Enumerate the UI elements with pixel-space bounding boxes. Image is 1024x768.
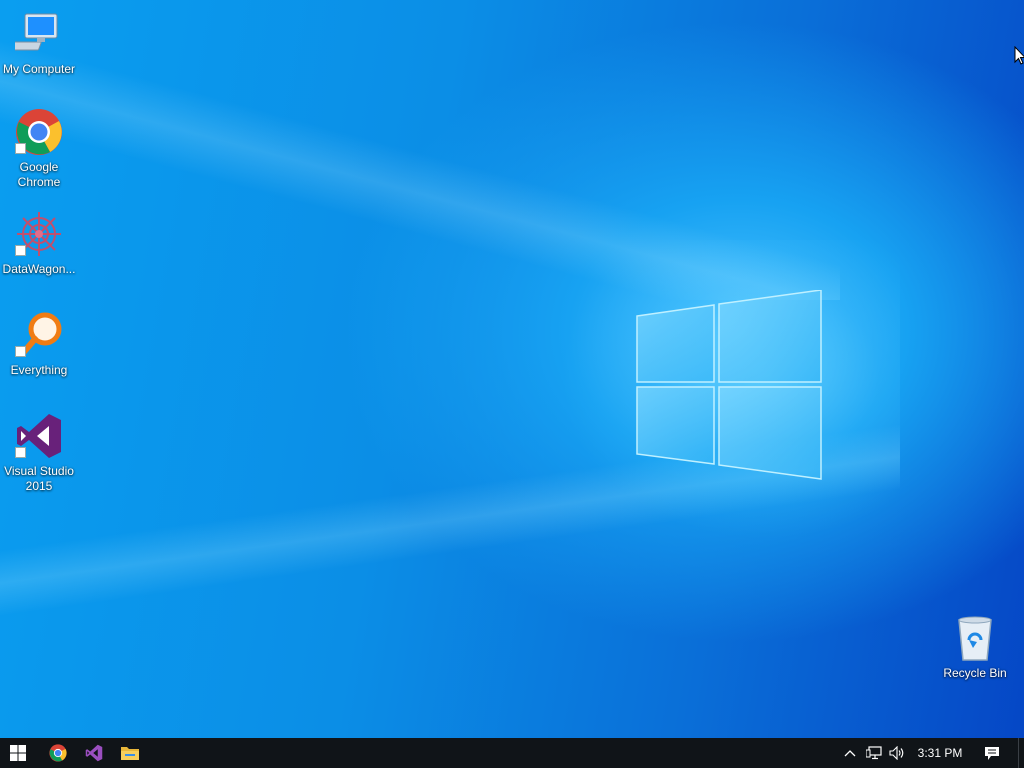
notification-icon — [985, 746, 999, 760]
action-center-button[interactable] — [978, 738, 1006, 768]
shortcut-arrow-icon — [15, 447, 26, 458]
desktop-icon-visual-studio[interactable]: Visual Studio 2015 — [0, 412, 78, 494]
desktop-icon-label: My Computer — [2, 62, 76, 76]
datawagon-icon — [15, 210, 63, 258]
desktop-icon-recycle-bin[interactable]: Recycle Bin — [936, 614, 1014, 681]
folder-icon — [121, 747, 139, 760]
desktop-icon-my-computer[interactable]: My Computer — [0, 10, 78, 77]
visual-studio-icon — [15, 412, 63, 460]
tray-show-hidden-icons[interactable] — [842, 738, 858, 768]
show-desktop-button[interactable] — [1018, 738, 1024, 768]
windows-logo-wallpaper — [636, 290, 822, 480]
network-icon — [866, 746, 882, 760]
taskbar: 3:31 PM — [0, 738, 1024, 768]
desktop-icon-label: DataWagon... — [2, 262, 76, 276]
tray-network[interactable] — [864, 738, 884, 768]
volume-icon — [889, 746, 904, 760]
start-button[interactable] — [0, 738, 36, 768]
chrome-icon — [49, 744, 67, 762]
windows-start-icon — [10, 745, 26, 761]
tray-volume[interactable] — [887, 738, 907, 768]
desktop-icon-datawagon[interactable]: DataWagon... — [0, 210, 78, 277]
taskbar-clock[interactable]: 3:31 PM — [912, 738, 968, 768]
desktop-icon-google-chrome[interactable]: Google Chrome — [0, 108, 78, 190]
desktop[interactable]: My Computer Google Chrome DataWagon... E… — [0, 0, 1024, 738]
taskbar-visual-studio-button[interactable] — [76, 738, 112, 768]
desktop-icon-label: Visual Studio 2015 — [4, 464, 74, 493]
chrome-icon — [15, 108, 63, 156]
mouse-pointer-icon — [1014, 46, 1024, 65]
desktop-icon-label: Everything — [10, 363, 68, 377]
everything-search-icon — [15, 311, 63, 359]
chevron-up-icon — [844, 750, 856, 757]
computer-icon — [6, 10, 63, 58]
taskbar-file-explorer-button[interactable] — [112, 738, 148, 768]
shortcut-arrow-icon — [15, 245, 26, 256]
visual-studio-icon — [85, 744, 103, 762]
desktop-icon-label: Recycle Bin — [943, 666, 1007, 680]
taskbar-chrome-button[interactable] — [40, 738, 76, 768]
desktop-icon-label: Google Chrome — [17, 160, 61, 189]
desktop-icon-everything[interactable]: Everything — [0, 311, 78, 378]
recycle-bin-icon — [951, 614, 999, 662]
shortcut-arrow-icon — [15, 346, 26, 357]
light-beam-decoration — [0, 40, 840, 300]
shortcut-arrow-icon — [15, 143, 26, 154]
